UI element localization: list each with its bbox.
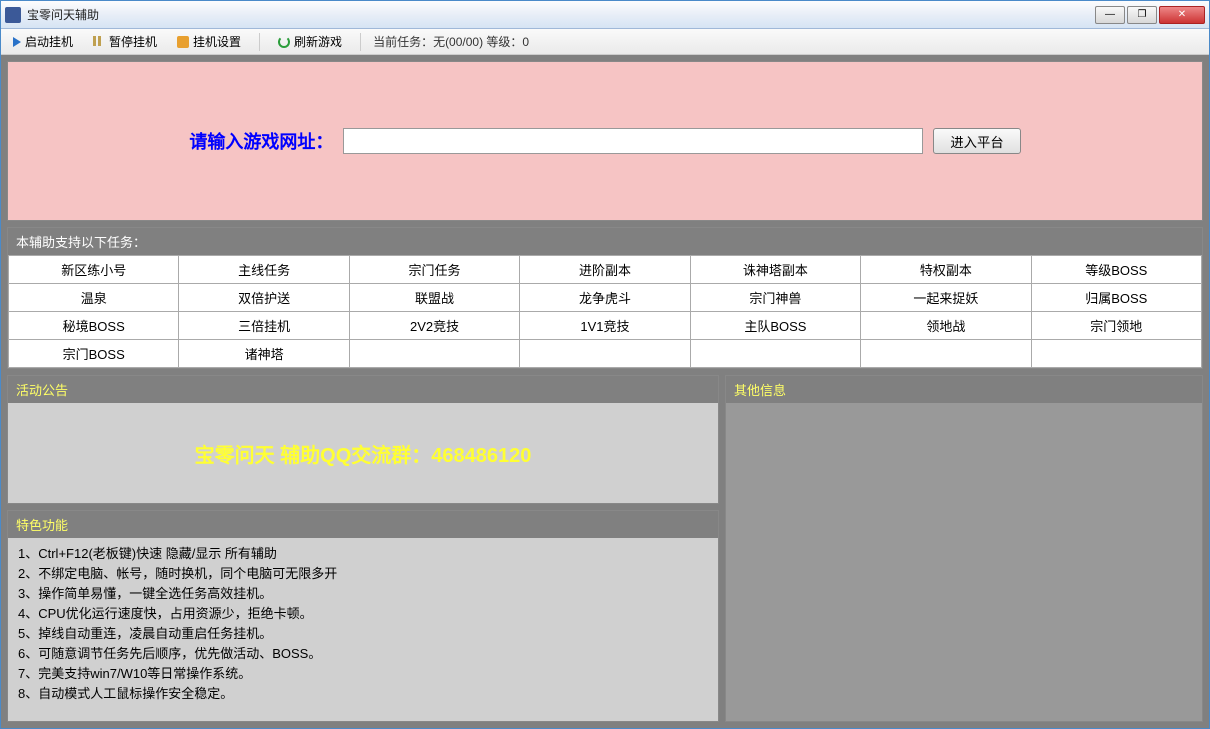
feature-line: 4、CPU优化运行速度快，占用资源少，拒绝卡顿。 xyxy=(18,604,708,624)
play-icon xyxy=(13,37,21,47)
wrench-icon xyxy=(177,36,189,48)
close-button[interactable]: ✕ xyxy=(1159,6,1205,24)
right-column: 其他信息 xyxy=(725,375,1203,722)
enter-platform-button[interactable]: 进入平台 xyxy=(933,128,1020,154)
feature-line: 8、自动模式人工鼠标操作安全稳定。 xyxy=(18,684,708,704)
toolbar-separator xyxy=(360,33,361,51)
features-body: 1、Ctrl+F12(老板键)快速 隐藏/显示 所有辅助2、不绑定电脑、帐号，随… xyxy=(8,538,718,721)
task-cell[interactable]: 三倍挂机 xyxy=(179,312,349,340)
toolbar: 启动挂机 暂停挂机 挂机设置 刷新游戏 当前任务：无(00/00) 等级：0 xyxy=(1,29,1209,55)
announce-text: 宝零问天 辅助QQ交流群：468486120 xyxy=(195,439,532,468)
window-title: 宝零问天辅助 xyxy=(27,6,1095,23)
feature-line: 7、完美支持win7/W10等日常操作系统。 xyxy=(18,664,708,684)
tasks-table: 新区练小号主线任务宗门任务进阶副本诛神塔副本特权副本等级BOSS 温泉双倍护送联盟… xyxy=(8,255,1202,368)
feature-line: 3、操作简单易懂，一键全选任务高效挂机。 xyxy=(18,584,708,604)
task-cell[interactable]: 龙争虎斗 xyxy=(520,284,690,312)
task-cell[interactable]: 1V1竞技 xyxy=(520,312,690,340)
content-area: 请输入游戏网址： 进入平台 本辅助支持以下任务： 新区练小号主线任务宗门任务进阶… xyxy=(1,55,1209,728)
task-cell[interactable]: 新区练小号 xyxy=(9,256,179,284)
settings-button[interactable]: 挂机设置 xyxy=(171,31,247,52)
task-cell[interactable]: 秘境BOSS xyxy=(9,312,179,340)
start-button[interactable]: 启动挂机 xyxy=(7,31,79,52)
feature-line: 5、掉线自动重连，凌晨自动重启任务挂机。 xyxy=(18,624,708,644)
tasks-block: 本辅助支持以下任务： 新区练小号主线任务宗门任务进阶副本诛神塔副本特权副本等级B… xyxy=(7,227,1203,369)
url-input[interactable] xyxy=(343,128,923,154)
toolbar-separator xyxy=(259,33,260,51)
task-cell[interactable]: 归属BOSS xyxy=(1031,284,1201,312)
announce-body: 宝零问天 辅助QQ交流群：468486120 xyxy=(8,403,718,503)
task-cell[interactable]: 宗门领地 xyxy=(1031,312,1201,340)
feature-line: 2、不绑定电脑、帐号，随时换机，同个电脑可无限多开 xyxy=(18,564,708,584)
task-cell[interactable]: 宗门BOSS xyxy=(9,340,179,368)
task-cell[interactable]: 诸神塔 xyxy=(179,340,349,368)
task-cell[interactable] xyxy=(861,340,1031,368)
task-cell[interactable]: 联盟战 xyxy=(349,284,519,312)
other-header: 其他信息 xyxy=(726,376,1202,403)
url-label: 请输入游戏网址： xyxy=(189,128,333,154)
task-cell[interactable]: 特权副本 xyxy=(861,256,1031,284)
other-body xyxy=(726,403,1202,721)
task-cell[interactable]: 进阶副本 xyxy=(520,256,690,284)
window-controls: — ❐ ✕ xyxy=(1095,6,1205,24)
task-cell[interactable]: 2V2竞技 xyxy=(349,312,519,340)
task-cell[interactable]: 领地战 xyxy=(861,312,1031,340)
announce-panel: 活动公告 宝零问天 辅助QQ交流群：468486120 xyxy=(7,375,719,504)
task-cell[interactable]: 主线任务 xyxy=(179,256,349,284)
titlebar: 宝零问天辅助 — ❐ ✕ xyxy=(1,1,1209,29)
maximize-button[interactable]: ❐ xyxy=(1127,6,1157,24)
refresh-button[interactable]: 刷新游戏 xyxy=(272,31,348,52)
task-cell[interactable]: 温泉 xyxy=(9,284,179,312)
bottom-row: 活动公告 宝零问天 辅助QQ交流群：468486120 特色功能 1、Ctrl+… xyxy=(7,375,1203,722)
refresh-icon xyxy=(278,36,290,48)
app-icon xyxy=(5,7,21,23)
task-cell[interactable] xyxy=(349,340,519,368)
main-window: 宝零问天辅助 — ❐ ✕ 启动挂机 暂停挂机 挂机设置 刷新游戏 当前任务：无(… xyxy=(0,0,1210,729)
task-cell[interactable]: 等级BOSS xyxy=(1031,256,1201,284)
task-cell[interactable]: 诛神塔副本 xyxy=(690,256,860,284)
task-cell[interactable]: 主队BOSS xyxy=(690,312,860,340)
other-panel: 其他信息 xyxy=(725,375,1203,722)
minimize-button[interactable]: — xyxy=(1095,6,1125,24)
task-cell[interactable] xyxy=(520,340,690,368)
task-cell[interactable] xyxy=(690,340,860,368)
task-cell[interactable] xyxy=(1031,340,1201,368)
left-column: 活动公告 宝零问天 辅助QQ交流群：468486120 特色功能 1、Ctrl+… xyxy=(7,375,719,722)
announce-header: 活动公告 xyxy=(8,376,718,403)
task-cell[interactable]: 一起来捉妖 xyxy=(861,284,1031,312)
feature-line: 1、Ctrl+F12(老板键)快速 隐藏/显示 所有辅助 xyxy=(18,544,708,564)
pause-icon xyxy=(93,36,105,48)
task-cell[interactable]: 宗门任务 xyxy=(349,256,519,284)
features-panel: 特色功能 1、Ctrl+F12(老板键)快速 隐藏/显示 所有辅助2、不绑定电脑… xyxy=(7,510,719,722)
task-cell[interactable]: 双倍护送 xyxy=(179,284,349,312)
pause-button[interactable]: 暂停挂机 xyxy=(87,31,163,52)
status-text: 当前任务：无(00/00) 等级：0 xyxy=(373,33,529,50)
task-cell[interactable]: 宗门神兽 xyxy=(690,284,860,312)
url-panel: 请输入游戏网址： 进入平台 xyxy=(7,61,1203,221)
feature-line: 6、可随意调节任务先后顺序，优先做活动、BOSS。 xyxy=(18,644,708,664)
tasks-header: 本辅助支持以下任务： xyxy=(8,228,1202,255)
features-header: 特色功能 xyxy=(8,511,718,538)
